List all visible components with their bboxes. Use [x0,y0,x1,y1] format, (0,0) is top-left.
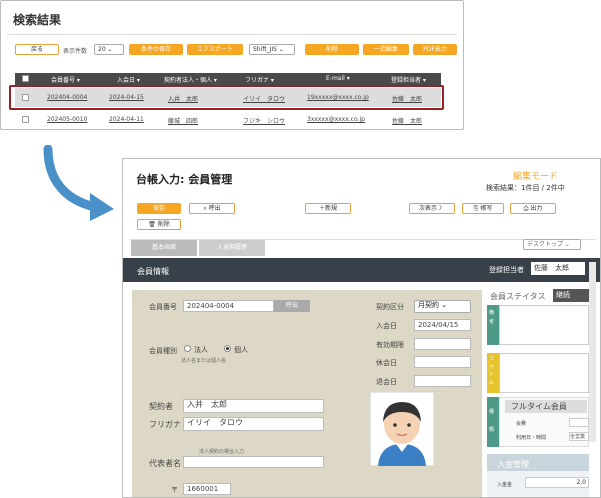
next-button[interactable]: 次表示 〉 [409,203,455,214]
exit-date-field[interactable] [414,375,471,387]
row-checkbox[interactable] [22,116,29,123]
col-staff[interactable]: 登録担当者 ▾ [391,75,426,84]
row-contractor[interactable]: 藤城 四郎 [168,116,198,125]
bulk-edit-button[interactable]: 一括編集 [363,44,409,55]
member-type-label: 会員種別 [149,347,177,355]
selected-row-highlight [9,85,444,110]
section-header [123,258,600,282]
zip-label: 〒 [171,486,178,494]
select-all-checkbox[interactable] [22,75,29,82]
trash-icon: 🗑 [148,221,156,228]
fee-field[interactable] [569,418,589,427]
contract-type-select[interactable]: 月契約 ⌄ [414,300,471,313]
save-button[interactable]: 保存 [137,203,181,214]
member-type-hint: 法人名または個人名 [181,358,227,364]
search-icon: ⌕ [203,205,207,212]
payment-amount-label: 入金金 [497,482,513,488]
rep-hint: 法人契約の場合入力 [199,449,245,455]
status-badge[interactable]: 継続 [553,289,589,302]
valid-date-field[interactable] [414,338,471,350]
delete-button[interactable]: 削除 [305,44,359,55]
file-label: ファイル [489,356,495,386]
payment-amount-field[interactable]: 2,0 [525,477,589,488]
new-button[interactable]: ＋新規 [305,203,351,214]
device-select[interactable]: デスクトップ ⌄ [523,239,581,250]
col-join-date[interactable]: 入会日 ▾ [117,75,140,84]
radio-indiv-label: 個人 [234,346,248,354]
col-contractor[interactable]: 契約者法人・個人 ▾ [164,75,217,84]
result-info: 検索結果：1件目 / 2件中 [486,184,565,192]
furigana-field[interactable]: イリイ タロウ [183,417,324,431]
col-member-no[interactable]: 会員番号 ▾ [51,75,80,84]
scrollbar[interactable] [589,262,596,442]
copy-icon: ⎘ [473,205,479,212]
col-furigana[interactable]: フリガナ ▾ [245,75,274,84]
search-results-title: 検索結果 [13,13,62,27]
back-button[interactable]: 戻る [15,44,59,55]
join-date-field[interactable]: 2024/04/15 [414,319,471,331]
member-no-field[interactable]: 202404-0004 [183,300,274,312]
payment-title: 入金管理 [497,460,529,469]
transition-arrow-icon [43,145,114,221]
plan-value[interactable]: フルタイム会員 [505,400,587,413]
row-furigana[interactable]: フジキ シロウ [243,116,285,125]
tab-basic[interactable]: 基本画面 [131,240,197,256]
staff-field[interactable]: 佐藤 太郎 [531,262,585,275]
staff-label: 登録担当者 [489,266,524,274]
contractor-label: 契約者 [149,402,173,411]
rep-label: 代表者名 [149,459,181,468]
divider [7,34,457,35]
ledger-title: 台帳入力: 会員管理 [136,173,233,186]
book-button[interactable]: ⎘ 帳写 [462,203,504,214]
valid-date-label: 有効期限 [376,341,404,349]
export-button[interactable]: エクスポート [187,44,243,55]
count-label: 表示件数 [63,48,88,55]
leave-date-label: 休会日 [376,359,397,367]
radio-indiv[interactable] [224,345,231,352]
join-date-label: 入会日 [376,322,397,330]
edit-mode-label: 編集モード [513,172,559,182]
ledger-panel: 台帳入力: 会員管理 編集モード 検索結果：1件目 / 2件中 保存 ⌕ 呼出 … [122,158,601,498]
memo-label: 備考 [489,310,495,325]
search-results-panel: 検索結果 戻る 表示件数 20 ⌄ 条件の保存 エクスポート Shift_JIS… [0,0,464,130]
memo-field[interactable] [499,305,589,345]
printer-icon: ⎙ [523,205,529,212]
save-condition-button[interactable]: 条件の保存 [129,44,183,55]
row-email[interactable]: 3xxxxx@xxxx.co.jp [307,116,365,123]
call-small-button[interactable]: 呼出 [274,300,310,312]
encoding-select[interactable]: Shift_JIS ⌄ [249,44,295,55]
row-join-date[interactable]: 2024-04-11 [109,116,144,123]
radio-corp-label: 法人 [194,346,208,354]
member-photo[interactable] [370,392,434,466]
file-field[interactable] [499,353,589,393]
row-staff[interactable]: 佐藤 太郎 [392,116,422,125]
pdf-output-button[interactable]: PDF出力 [413,44,457,55]
fee-label: 会費 [516,421,527,427]
status-label: 会員ステイタス [490,292,546,301]
section-title: 会員情報 [137,267,169,276]
contractor-field[interactable]: 入井 太郎 [183,399,324,413]
call-button[interactable]: ⌕ 呼出 [189,203,235,214]
col-email[interactable]: E-mail ▾ [326,75,350,82]
exit-date-label: 退会日 [376,378,397,386]
delete-button[interactable]: 🗑 削除 [137,219,181,230]
kind-label: 種類 [489,409,495,433]
usage-label: 利用日・時間 [516,435,547,441]
usage-field[interactable]: 全営業 [569,432,589,441]
leave-date-field[interactable] [414,356,471,368]
tab-history[interactable]: 入退期履歴 [199,240,265,256]
print-button[interactable]: ⎙ 出力 [510,203,556,214]
contract-type-label: 契約区分 [376,303,404,311]
count-select[interactable]: 20 ⌄ [94,44,124,55]
zip-field[interactable]: 1660001 [183,483,231,495]
radio-corp[interactable] [184,345,191,352]
furigana-label: フリガナ [149,420,181,429]
rep-field[interactable] [183,456,324,468]
member-no-label: 会員番号 [149,303,177,311]
row-member-no-link[interactable]: 202405-0010 [47,116,87,123]
